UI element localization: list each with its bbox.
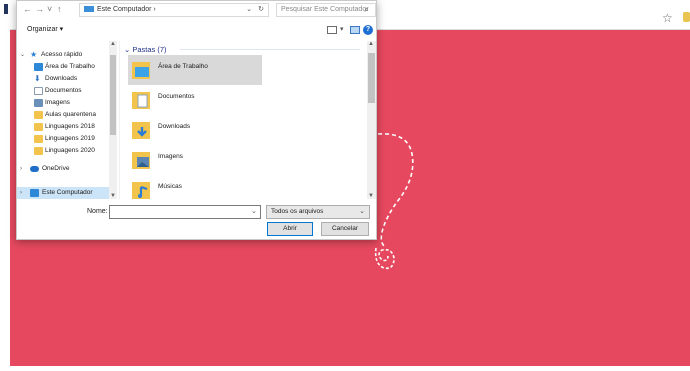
address-dropdown-icon[interactable]: ⌄ — [246, 4, 252, 16]
navigation-pane: ⌄ ★ Acesso rápido Área de Trabalho ⬇ Dow… — [17, 41, 117, 199]
group-divider — [180, 49, 360, 50]
nav-item-documents[interactable]: Documentos — [17, 85, 109, 97]
file-item-downloads[interactable]: Downloads — [128, 115, 262, 145]
filename-input[interactable] — [109, 205, 261, 219]
nav-item-downloads[interactable]: ⬇ Downloads — [17, 73, 109, 85]
forward-arrow-icon[interactable]: → — [35, 4, 44, 14]
filename-label: Nome: — [87, 208, 108, 215]
refresh-icon[interactable]: ↻ — [258, 4, 264, 16]
file-label: Músicas — [158, 183, 182, 190]
file-label: Documentos — [158, 93, 195, 100]
computer-icon — [30, 189, 39, 197]
scrollbar-thumb[interactable] — [368, 53, 375, 103]
nav-label: Linguagens 2018 — [45, 123, 95, 130]
filename-dropdown-icon[interactable]: ⌄ — [251, 207, 257, 215]
address-row: ← → ˅ ↑ Este Computador › ⌄ ↻ Pesquisar … — [17, 1, 376, 19]
file-item-documents[interactable]: Documentos — [128, 85, 262, 115]
scroll-down-icon[interactable]: ▼ — [110, 193, 116, 199]
content-bottom-edge — [10, 366, 690, 371]
extension-icon[interactable] — [683, 12, 690, 22]
nav-label: Acesso rápido — [41, 51, 83, 58]
scroll-down-icon[interactable]: ▼ — [368, 193, 374, 199]
cancel-button[interactable]: Cancelar — [321, 222, 369, 236]
nav-label: Imagens — [45, 99, 70, 106]
nav-label: Documentos — [45, 87, 82, 94]
scroll-up-icon[interactable]: ▲ — [110, 41, 116, 47]
nav-label: Aulas quarentena — [45, 111, 96, 118]
group-header[interactable]: ⌄ Pastas (7) — [124, 45, 167, 54]
nav-label: Linguagens 2019 — [45, 135, 95, 142]
expand-chevron-icon[interactable]: › — [20, 187, 22, 199]
scroll-up-icon[interactable]: ▲ — [368, 41, 374, 47]
folder-icon — [34, 111, 43, 119]
open-button[interactable]: Abrir — [267, 222, 313, 236]
nav-label: Downloads — [45, 75, 78, 82]
organize-button[interactable]: Organizar ▾ — [27, 25, 63, 33]
music-folder-icon — [132, 182, 150, 199]
help-icon[interactable]: ? — [363, 25, 373, 35]
folder-icon — [34, 147, 43, 155]
view-options-icon[interactable] — [327, 26, 337, 34]
nav-item-onedrive[interactable]: › OneDrive — [17, 163, 109, 175]
scrollbar-thumb[interactable] — [110, 55, 116, 135]
file-item-pictures[interactable]: Imagens — [128, 145, 262, 175]
file-item-music[interactable]: Músicas — [128, 175, 262, 205]
bookmark-star-icon[interactable]: ☆ — [662, 12, 674, 24]
preview-pane-icon[interactable] — [350, 26, 360, 34]
cloud-icon — [30, 166, 39, 172]
file-scrollbar[interactable]: ▲ ▼ — [367, 41, 376, 199]
open-file-dialog: ← → ˅ ↑ Este Computador › ⌄ ↻ Pesquisar … — [16, 0, 377, 240]
search-input[interactable]: Pesquisar Este Computador ⌕ — [276, 3, 376, 17]
desktop-icon — [34, 63, 43, 71]
nav-label: OneDrive — [42, 165, 70, 172]
file-type-dropdown-icon: ⌄ — [359, 208, 365, 215]
edge-marker — [4, 4, 8, 14]
nav-label: Área de Trabalho — [45, 63, 95, 70]
expand-chevron-icon[interactable]: › — [20, 163, 22, 175]
view-caret-icon[interactable]: ▾ — [340, 25, 344, 33]
search-placeholder: Pesquisar Este Computador — [281, 6, 369, 13]
recent-caret-icon[interactable]: ˅ — [47, 4, 52, 14]
computer-icon — [84, 6, 94, 13]
group-header-label: Pastas (7) — [132, 45, 167, 54]
file-label: Área de Trabalho — [158, 63, 208, 70]
left-edge — [0, 0, 10, 371]
document-icon — [34, 87, 43, 95]
file-item-desktop[interactable]: Área de Trabalho — [128, 55, 262, 85]
file-type-select[interactable]: Todos os arquivos ⌄ — [266, 205, 370, 219]
nav-label: Linguagens 2020 — [45, 147, 95, 154]
browser-window: ☆ ← → ˅ ↑ Este Computador › ⌄ ↻ Pesquisa… — [0, 0, 690, 371]
downloads-folder-icon — [132, 122, 150, 139]
expand-chevron-icon[interactable]: ⌄ — [20, 49, 25, 61]
nav-label: Este Computador — [42, 189, 93, 196]
dialog-toolbar: Organizar ▾ ▾ ? — [17, 21, 376, 39]
file-label: Downloads — [158, 123, 191, 130]
nav-item-images[interactable]: Imagens — [17, 97, 109, 109]
back-arrow-icon[interactable]: ← — [23, 4, 32, 14]
nav-item-this-pc[interactable]: › Este Computador — [17, 187, 109, 199]
folder-icon — [34, 135, 43, 143]
folder-icon — [34, 123, 43, 131]
nav-item-folder[interactable]: Linguagens 2018 — [17, 121, 109, 133]
image-icon — [34, 99, 43, 107]
download-icon: ⬇ — [34, 74, 41, 83]
address-bar[interactable]: Este Computador › ⌄ ↻ — [79, 3, 269, 17]
search-icon: ⌕ — [364, 5, 369, 14]
nav-item-folder[interactable]: Linguagens 2019 — [17, 133, 109, 145]
up-arrow-icon[interactable]: ↑ — [57, 4, 62, 14]
pictures-folder-icon — [132, 152, 150, 169]
file-label: Imagens — [158, 153, 183, 160]
nav-item-folder[interactable]: Aulas quarentena — [17, 109, 109, 121]
nav-item-folder[interactable]: Linguagens 2020 — [17, 145, 109, 157]
file-type-value: Todos os arquivos — [271, 208, 324, 215]
file-list-pane: ⌄ Pastas (7) Área de Trabalho Documentos… — [119, 41, 367, 199]
nav-scrollbar[interactable]: ▲ ▼ — [109, 41, 117, 199]
star-icon: ★ — [30, 50, 38, 59]
documents-folder-icon — [132, 92, 150, 109]
address-path: Este Computador › — [97, 6, 156, 13]
nav-item-quick-access[interactable]: ⌄ ★ Acesso rápido — [17, 49, 109, 61]
desktop-folder-icon — [132, 62, 150, 79]
nav-item-desktop[interactable]: Área de Trabalho — [17, 61, 109, 73]
